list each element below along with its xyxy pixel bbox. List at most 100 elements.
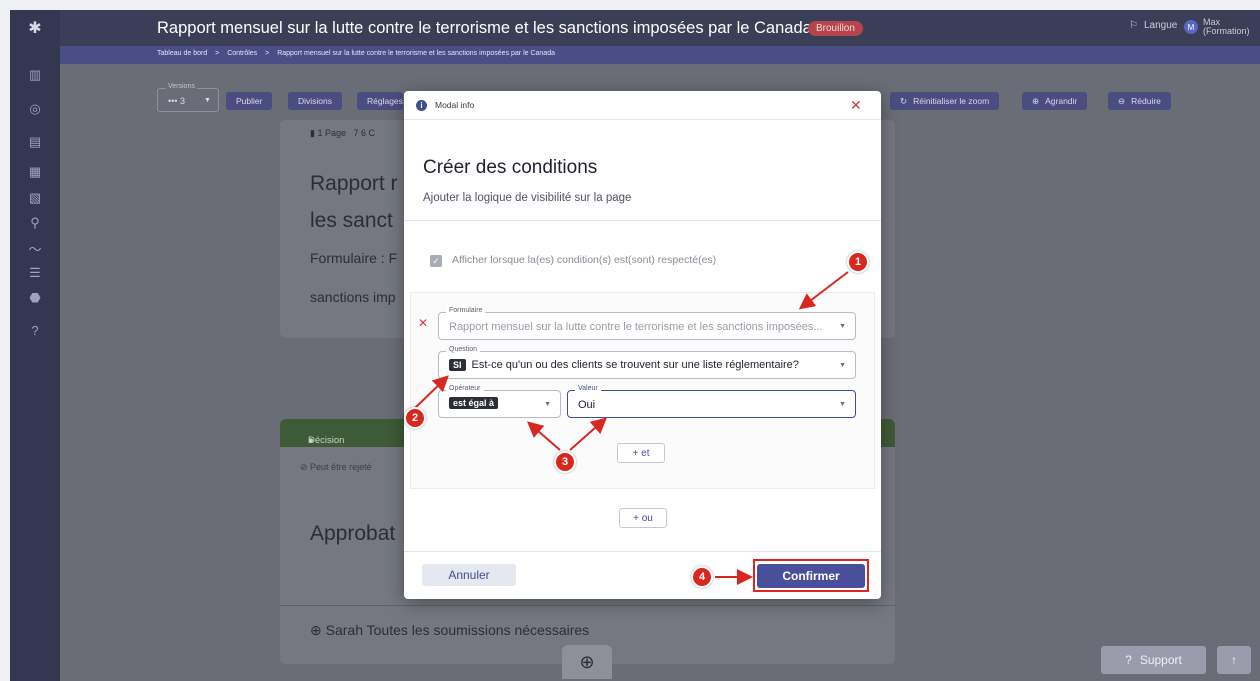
breadcrumb-separator: >	[215, 50, 220, 57]
approval-fragment: Approbat	[310, 522, 396, 545]
form-fragment: Formulaire : F	[310, 250, 398, 266]
cancel-button[interactable]: Annuler	[422, 564, 516, 586]
chart-icon[interactable]: ▦	[10, 162, 60, 182]
operator-field-value: est égal à	[449, 397, 499, 409]
zoom-in-icon: ⊕	[1032, 95, 1040, 106]
library-icon[interactable]: ▧	[10, 188, 60, 208]
report-title-fragment-2: les sanct	[310, 209, 393, 232]
decision-label: Décision	[308, 435, 345, 446]
annotation-marker-3: 3	[554, 451, 576, 473]
search-icon[interactable]: ⚲	[10, 213, 60, 233]
versions-value: ••• 3	[168, 96, 185, 106]
breadcrumb-bar: Tableau de bord > Contrôles > Rapport me…	[60, 46, 1260, 64]
language-selector[interactable]: ⚐ Langue	[1129, 20, 1177, 31]
check-icon: ✓	[432, 255, 440, 266]
chevron-down-icon: ▼	[839, 362, 846, 369]
publish-button[interactable]: Publier	[226, 92, 273, 110]
chevron-down-icon: ▼	[544, 401, 551, 408]
confirm-highlight	[753, 559, 869, 592]
value-field[interactable]: Valeur Oui ▼	[567, 385, 856, 418]
annotation-marker-4: 4	[691, 566, 713, 588]
breadcrumb-item-report[interactable]: Rapport mensuel sur la lutte contre le t…	[277, 50, 555, 57]
versions-select[interactable]: Versions ••• 3 ▼	[157, 83, 219, 112]
divider	[404, 551, 881, 552]
support-label: Support	[1139, 653, 1182, 667]
reset-zoom-label: Réinitialiser le zoom	[913, 96, 990, 106]
scroll-top-button[interactable]: ↑	[1217, 646, 1251, 674]
modal-subheading: Ajouter la logique de visibilité sur la …	[423, 192, 632, 204]
top-bar: Rapport mensuel sur la lutte contre le t…	[60, 10, 1260, 46]
add-and-button[interactable]: + et	[617, 443, 665, 463]
user-role: (Formation)	[1203, 26, 1250, 36]
dashboard-icon[interactable]: ▥	[10, 65, 60, 85]
sliders-icon[interactable]: ☰	[10, 263, 60, 283]
modal-header: i Modal info ✕	[404, 91, 881, 120]
question-field[interactable]: Question SI Est-ce qu'un ou des clients s…	[438, 346, 856, 379]
annotation-marker-1: 1	[847, 251, 869, 273]
modal-heading: Créer des conditions	[423, 157, 598, 178]
app-logo-icon[interactable]: ✱	[10, 10, 60, 46]
sidebar: ✱ ▥ ◎ ▤ ▦ ▧ ⚲ 〜 ☰ ⬣ ?	[10, 10, 60, 681]
reset-icon: ↻	[900, 95, 908, 106]
add-block-button[interactable]: ⊕	[562, 645, 612, 679]
question-field-label: Question	[446, 346, 481, 353]
support-button[interactable]: ? Support	[1101, 646, 1206, 674]
zoom-out-button[interactable]: ⊖ Réduire	[1108, 92, 1171, 110]
page-title: Rapport mensuel sur la lutte contre le t…	[157, 19, 812, 37]
modal-header-title: Modal info	[435, 100, 475, 110]
zoom-out-label: Réduire	[1131, 96, 1161, 106]
value-field-label: Valeur	[575, 385, 601, 392]
annotation-marker-2: 2	[404, 407, 426, 429]
question-field-value: Est-ce qu'un ou des clients se trouvent …	[471, 359, 799, 371]
close-icon[interactable]: ✕	[850, 97, 862, 114]
divider	[404, 220, 881, 221]
breadcrumb-item-controls[interactable]: Contrôles	[227, 50, 257, 57]
help-icon: ?	[1125, 653, 1132, 667]
chevron-down-icon: ▼	[839, 401, 846, 408]
avatar: M	[1184, 20, 1198, 34]
reset-zoom-button[interactable]: ↻ Réinitialiser le zoom	[890, 92, 1000, 110]
operator-field-label: Opérateur	[446, 385, 484, 392]
help-icon[interactable]: ?	[10, 320, 60, 340]
arrow-up-icon: ↑	[1231, 653, 1237, 667]
trend-icon[interactable]: 〜	[10, 238, 60, 258]
breadcrumb: Tableau de bord > Contrôles > Rapport me…	[157, 50, 561, 57]
divisions-button[interactable]: Divisions	[288, 92, 343, 110]
versions-label: Versions	[166, 83, 197, 90]
info-icon: i	[416, 100, 427, 111]
remove-condition-icon[interactable]: ✕	[418, 316, 428, 330]
zoom-out-icon: ⊖	[1118, 95, 1126, 106]
user-menu[interactable]: M Max (Formation)	[1184, 18, 1250, 36]
divider	[280, 605, 895, 606]
question-tag: SI	[449, 359, 466, 371]
form-fragment-2: sanctions imp	[310, 289, 396, 305]
language-label: Langue	[1143, 20, 1178, 31]
chevron-down-icon: ▼	[204, 97, 211, 104]
zoom-in-label: Agrandir	[1045, 96, 1078, 106]
zoom-in-button[interactable]: ⊕ Agrandir	[1022, 92, 1088, 110]
status-badge: Brouillon	[808, 21, 863, 36]
settings-button[interactable]: Réglages	[357, 92, 403, 110]
add-or-button[interactable]: + ou	[619, 508, 667, 528]
submission-footer: ⊕ Sarah Toutes les soumissions nécessair…	[310, 622, 590, 638]
flag-icon: ⚐	[1129, 20, 1138, 31]
value-field-value: Oui	[578, 399, 596, 411]
breadcrumb-item-dashboard[interactable]: Tableau de bord	[157, 50, 207, 57]
conditions-modal: i Modal info ✕ Créer des conditions Ajou…	[404, 91, 881, 599]
app-window: ✱ ▥ ◎ ▤ ▦ ▧ ⚲ 〜 ☰ ⬣ ? Rapport mensuel su…	[0, 0, 1260, 681]
form-field[interactable]: Formulaire Rapport mensuel sur la lutte …	[438, 307, 856, 340]
rejectable-chip: ⊘ Peut être rejeté	[300, 462, 372, 472]
form-field-label: Formulaire	[446, 307, 486, 314]
question-field-value-wrap: SI Est-ce qu'un ou des clients se trouven…	[449, 359, 799, 371]
show-when-checkbox[interactable]: ✓	[430, 255, 442, 267]
chevron-down-icon: ▼	[839, 323, 846, 330]
form-field-value: Rapport mensuel sur la lutte contre le t…	[449, 321, 823, 333]
shield-icon[interactable]: ⬣	[10, 288, 60, 308]
report-title-fragment: Rapport r	[310, 172, 398, 195]
page-meta: ▮ 1 Page 7 6 C	[310, 128, 376, 138]
show-when-label: Afficher lorsque la(es) condition(s) est…	[452, 254, 717, 266]
breadcrumb-separator: >	[265, 50, 270, 57]
check-circle-icon[interactable]: ◎	[10, 99, 60, 119]
chat-icon[interactable]: ▤	[10, 132, 60, 152]
operator-field[interactable]: Opérateur est égal à ▼	[438, 385, 561, 418]
